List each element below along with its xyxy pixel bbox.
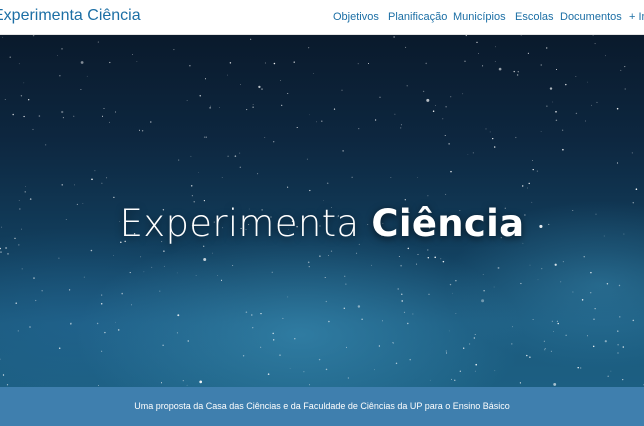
nav-link-escolas[interactable]: Escolas: [515, 11, 554, 23]
nav-menu: Objetivos Planificação Municípios Escola…: [0, 11, 644, 27]
nav-link-more-info[interactable]: + In: [629, 11, 644, 23]
hero-title-light: Experimenta: [119, 202, 360, 245]
top-navbar: Experimenta Ciência Objetivos Planificaç…: [0, 0, 644, 35]
hero-title-bold: Ciência: [371, 202, 525, 245]
tagline-bar: Uma proposta da Casa das Ciências e da F…: [0, 387, 644, 426]
nav-link-municipios[interactable]: Municípios: [453, 11, 506, 23]
nav-link-objetivos[interactable]: Objetivos: [333, 11, 379, 23]
hero-banner: Experimenta Ciência: [0, 35, 644, 387]
nav-link-planificacao[interactable]: Planificação: [388, 11, 447, 23]
hero-title: Experimenta Ciência: [0, 202, 644, 245]
nav-link-documentos[interactable]: Documentos: [560, 11, 622, 23]
tagline-text: Uma proposta da Casa das Ciências e da F…: [134, 401, 510, 411]
